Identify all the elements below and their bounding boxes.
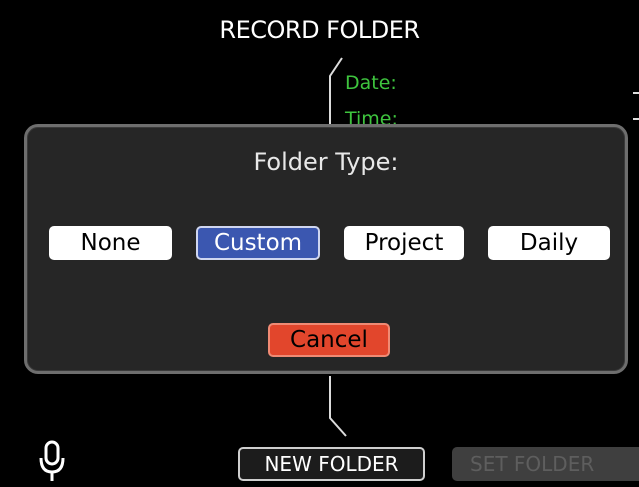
date-label: Date: — [345, 72, 397, 94]
microphone-icon[interactable] — [38, 440, 66, 482]
dialog-title: Folder Type: — [253, 148, 399, 176]
option-daily-button[interactable]: Daily — [488, 226, 610, 260]
folder-type-dialog: Folder Type: None Custom Project Daily C… — [24, 124, 628, 374]
bracket-bottom-icon — [329, 376, 347, 437]
new-folder-button[interactable]: NEW FOLDER — [238, 447, 425, 481]
right-edge-tick — [633, 92, 639, 94]
option-project-button[interactable]: Project — [344, 226, 464, 260]
cancel-button[interactable]: Cancel — [268, 323, 390, 357]
option-custom-button[interactable]: Custom — [196, 226, 320, 260]
screen-title: RECORD FOLDER — [219, 16, 420, 44]
set-folder-button[interactable]: SET FOLDER — [452, 447, 639, 481]
right-edge-tick — [633, 118, 639, 120]
option-none-button[interactable]: None — [49, 226, 172, 260]
